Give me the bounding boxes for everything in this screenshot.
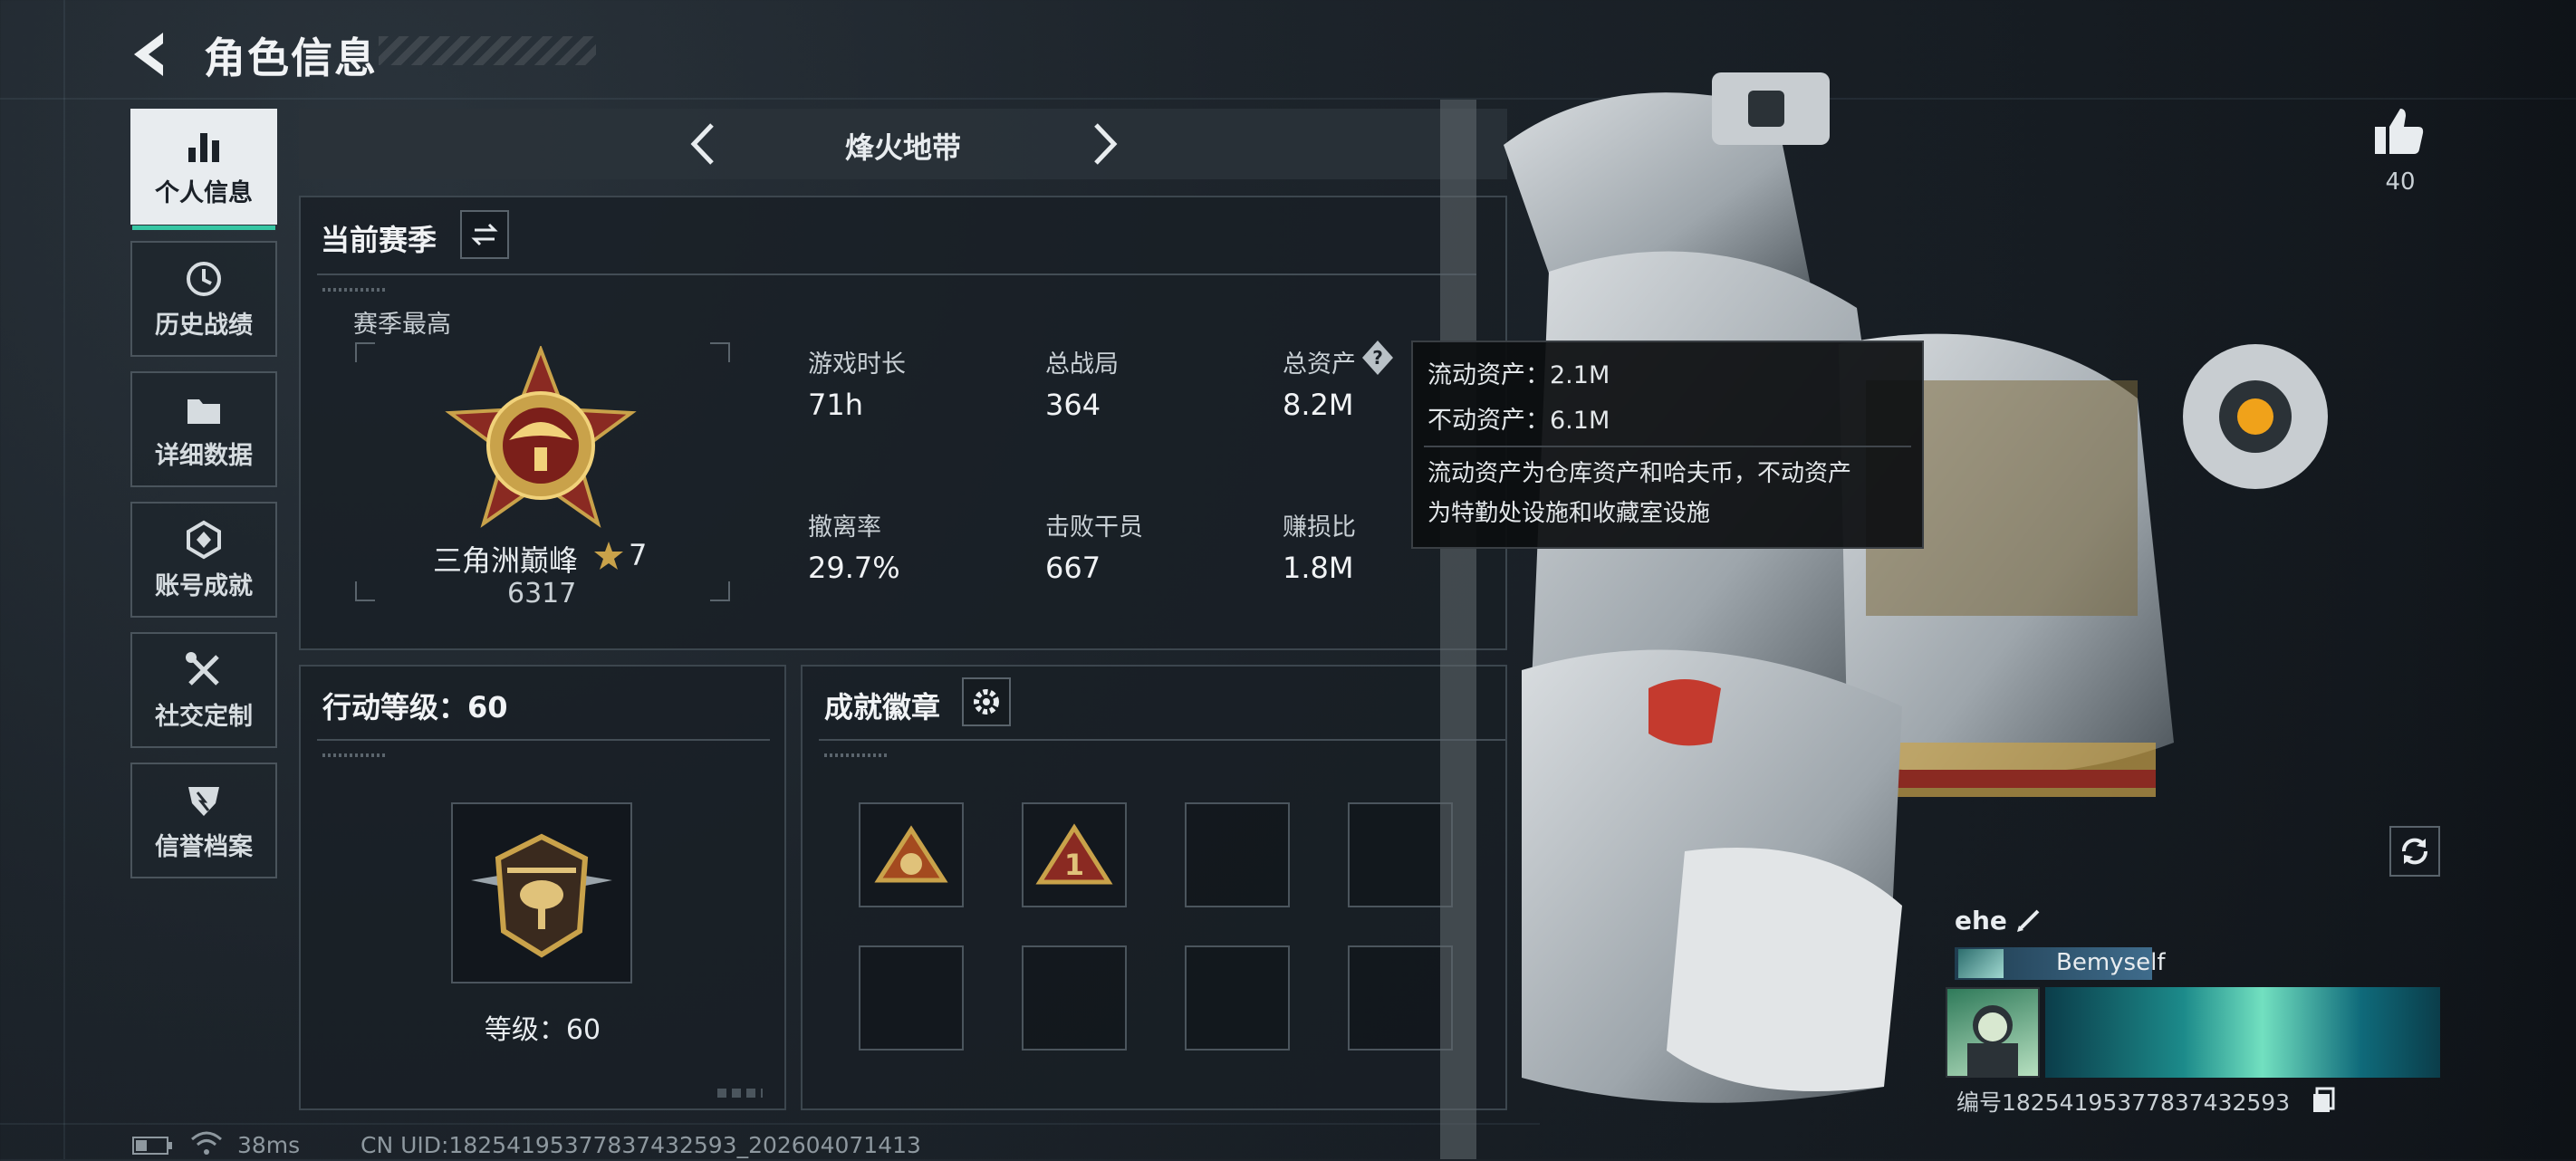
svg-text:1: 1 [1064,848,1084,882]
season-best-label: 赛季最高 [353,311,451,339]
season-panel: 当前赛季 赛季最高 三角洲巅峰 7 6317 游戏时长 71h 总战局 364 … [299,196,1507,650]
stat-matches-value: 364 [1045,388,1101,422]
player-tag-text: Bemyself [2056,949,2166,976]
assets-tooltip: 流动资产：2.1M 不动资产：6.1M 流动资产为仓库资产和哈夫币，不动资产 为… [1411,341,1924,549]
rank-name: 三角洲巅峰 [433,543,579,578]
stat-kills-value: 667 [1045,551,1101,585]
bar-chart-icon [188,132,219,162]
sidebar-item-label: 账号成就 [155,571,253,600]
wifi-icon [190,1130,223,1157]
sidebar-item-achievements[interactable]: 账号成就 [130,502,277,618]
thumbs-up-icon[interactable] [2369,101,2429,161]
uid-text: CN UID:18254195377837432593_202604071413 [360,1132,921,1158]
badge-slot-empty[interactable] [1185,802,1290,907]
swap-button[interactable] [460,210,509,259]
stat-profit-label: 赚损比 [1283,513,1356,542]
sidebar-item-label: 社交定制 [155,702,253,731]
stat-matches-label: 总战局 [1045,350,1119,379]
sidebar-item-detail-data[interactable]: 详细数据 [130,371,277,487]
stat-assets-label: 总资产 [1283,350,1356,379]
level-panel: 行动等级：60 等级：60 [299,665,786,1110]
badge-settings-button[interactable] [962,677,1011,726]
tooltip-description-line2: 为特勤处设施和收藏室设施 [1427,500,1711,527]
sidebar-item-label: 信誉档案 [155,832,253,861]
profile-banner [2045,987,2440,1078]
sidebar-item-social-custom[interactable]: 社交定制 [130,632,277,748]
badge-slot-empty[interactable] [1185,945,1290,1051]
sidebar-item-personal-info[interactable]: 个人信息 [130,109,277,230]
sidebar-item-credit-profile[interactable]: 信誉档案 [130,763,277,878]
avatar[interactable] [1946,987,2040,1078]
svg-text:?: ? [1372,347,1383,369]
stat-extract-label: 撤离率 [808,513,881,542]
like-count: 40 [2385,168,2416,196]
shield-badge-icon [188,786,219,816]
wrench-screwdriver-icon [186,651,219,686]
season-title: 当前赛季 [321,223,437,257]
sidebar-item-label: 详细数据 [155,441,253,470]
refresh-button[interactable] [2389,826,2440,877]
badge-slot[interactable] [859,802,964,907]
chevron-right-icon[interactable] [1078,118,1129,170]
map-selector: 烽火地带 [299,109,1507,179]
ping-text: 38ms [237,1132,301,1158]
stat-playtime-value: 71h [808,388,863,422]
folder-icon [187,398,220,424]
level-title: 行动等级：60 [322,690,508,724]
helicopter-emblem-icon [471,833,612,958]
copy-icon[interactable] [2312,1087,2335,1114]
pencil-icon[interactable] [2013,904,2045,936]
badge-slot-empty[interactable] [859,945,964,1051]
page-title: 角色信息 [204,34,378,82]
badge-slot[interactable]: 1 [1022,802,1127,907]
tag-icon [1958,949,2004,978]
question-mark-icon[interactable]: ? [1359,339,1397,377]
tooltip-liquid-assets: 流动资产：2.1M [1427,361,1610,389]
level-text: 等级：60 [484,1014,601,1046]
stat-kills-label: 击败干员 [1045,513,1143,542]
level-emblem-frame [451,802,632,983]
rank-score: 6317 [507,578,577,609]
gear-icon [974,689,999,715]
stat-playtime-label: 游戏时长 [808,350,906,379]
badge-icon: 1 [1035,823,1113,885]
sidebar-item-label: 历史战绩 [155,311,253,340]
player-name: ehe [1955,906,2007,936]
map-name: 烽火地带 [844,130,961,165]
title-decoration [379,36,596,65]
refresh-icon [2401,838,2428,865]
badges-panel: 成就徽章 1 [801,665,1507,1110]
sidebar-item-label: 个人信息 [155,178,253,207]
rank-stars: 7 [629,538,648,572]
sidebar-item-history[interactable]: 历史战绩 [130,241,277,357]
back-arrow-icon[interactable] [127,27,181,82]
player-id: 编号1825419537783743259​3 [1956,1089,2291,1116]
battery-icon [132,1136,174,1156]
badge-icon [874,825,948,883]
player-tag: Bemyself [1955,947,2165,980]
stat-extract-value: 29.7% [808,551,900,585]
achievement-icon [187,520,221,559]
swap-icon [471,223,498,246]
badges-title: 成就徽章 [824,690,941,724]
badge-slot-empty[interactable] [1022,945,1127,1051]
stat-assets-value: 8.2M [1283,388,1354,422]
tooltip-fixed-assets: 不动资产：6.1M [1427,407,1610,435]
tooltip-description-line1: 流动资产为仓库资产和哈夫币，不动资产 [1427,460,1852,487]
stat-profit-value: 1.8M [1283,551,1354,585]
rank-emblem-icon [445,346,637,528]
star-icon [594,542,623,570]
clock-history-icon [187,261,221,296]
